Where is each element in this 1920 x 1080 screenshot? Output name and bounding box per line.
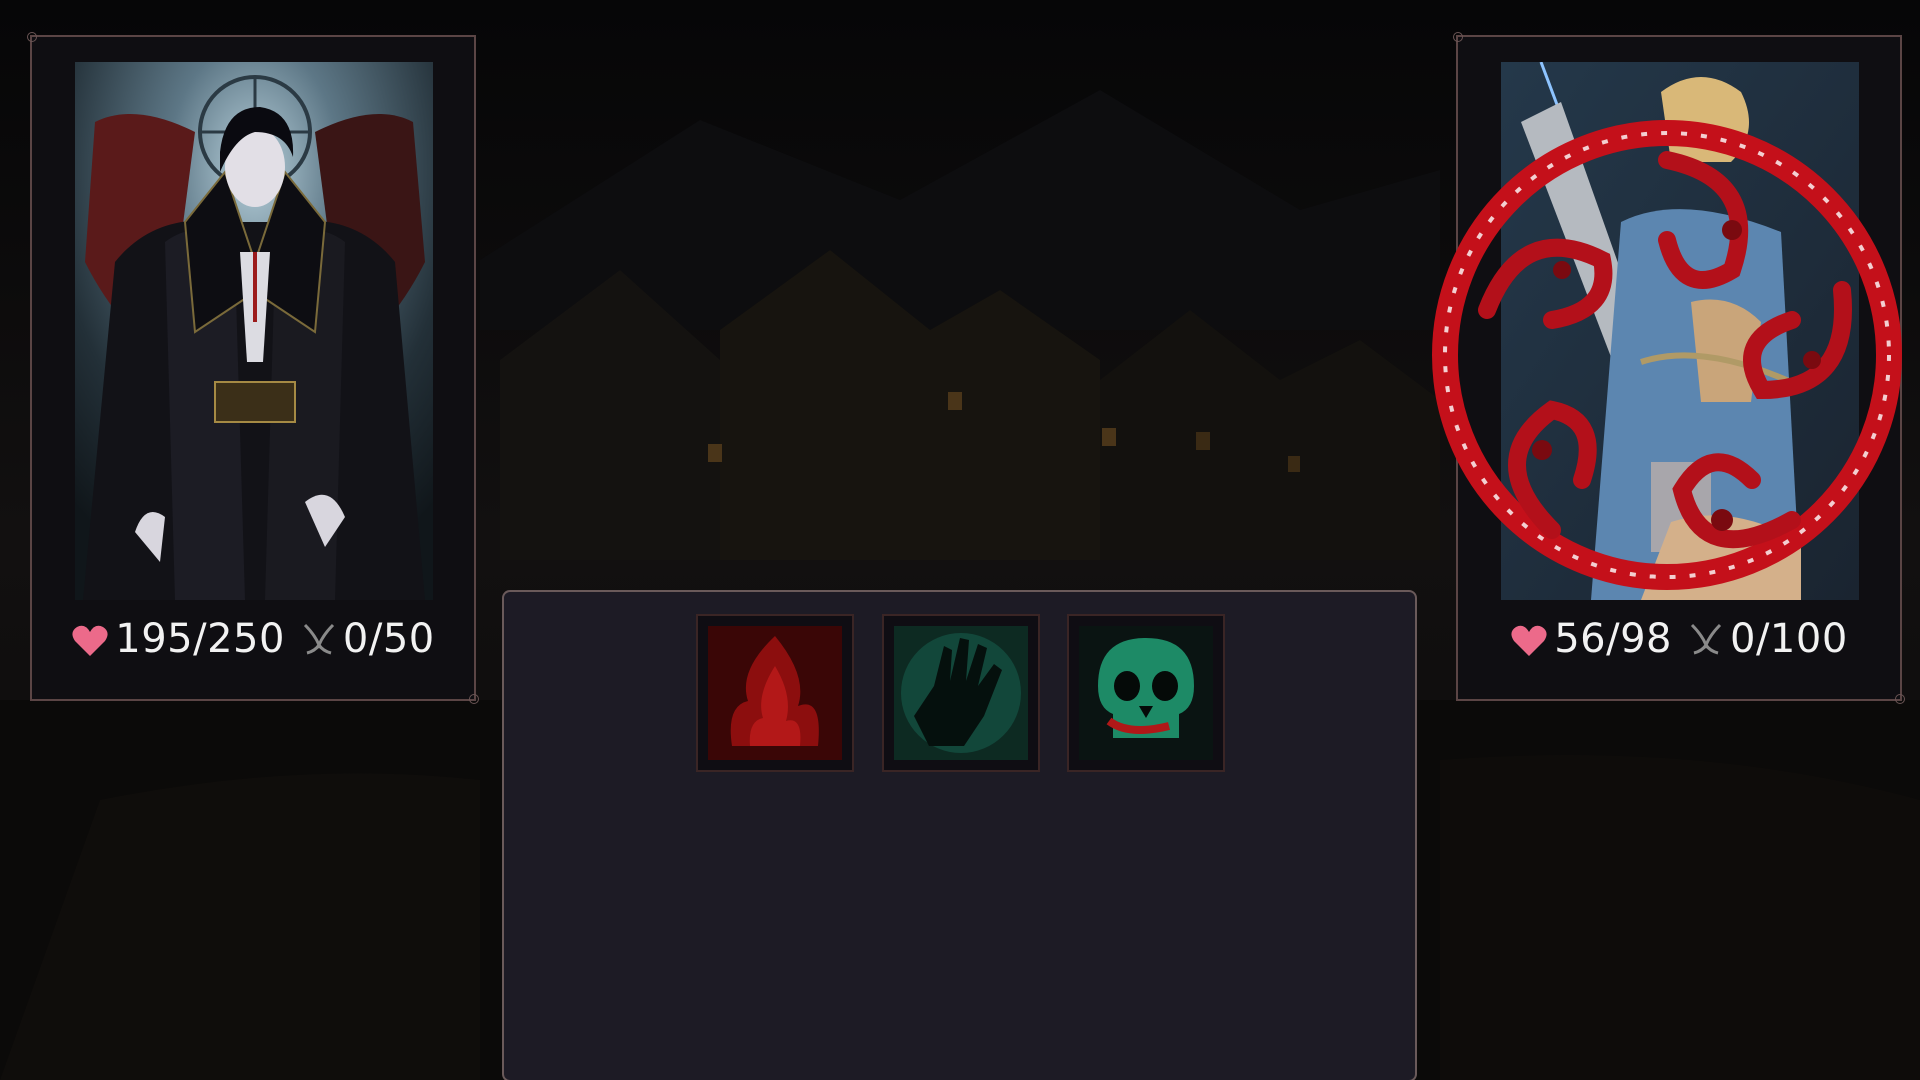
enemy-mana: 0/100 xyxy=(1730,616,1848,662)
player-mana: 0/50 xyxy=(342,616,435,662)
skill-slot-cursed-skull[interactable] xyxy=(1067,614,1225,772)
heart-icon xyxy=(71,622,109,656)
player-portrait xyxy=(75,62,433,600)
player-panel: 195/250 0/50 xyxy=(27,32,479,704)
heart-icon xyxy=(1510,622,1548,656)
blood-curse-sigil xyxy=(1432,120,1902,590)
skill-slot-blood-flame[interactable] xyxy=(696,614,854,772)
skill-slot-shadow-hand[interactable] xyxy=(882,614,1040,772)
player-stats: 195/250 0/50 xyxy=(32,609,474,669)
mana-icon xyxy=(1688,621,1724,657)
player-hp: 195/250 xyxy=(115,616,285,662)
mana-icon xyxy=(301,621,337,657)
shadow-hand-icon xyxy=(894,626,1028,760)
enemy-hp: 56/98 xyxy=(1554,616,1672,662)
skill-panel xyxy=(502,590,1417,1080)
blood-flame-icon xyxy=(708,626,842,760)
enemy-stats: 56/98 0/100 xyxy=(1458,609,1900,669)
cursed-skull-icon xyxy=(1079,626,1213,760)
